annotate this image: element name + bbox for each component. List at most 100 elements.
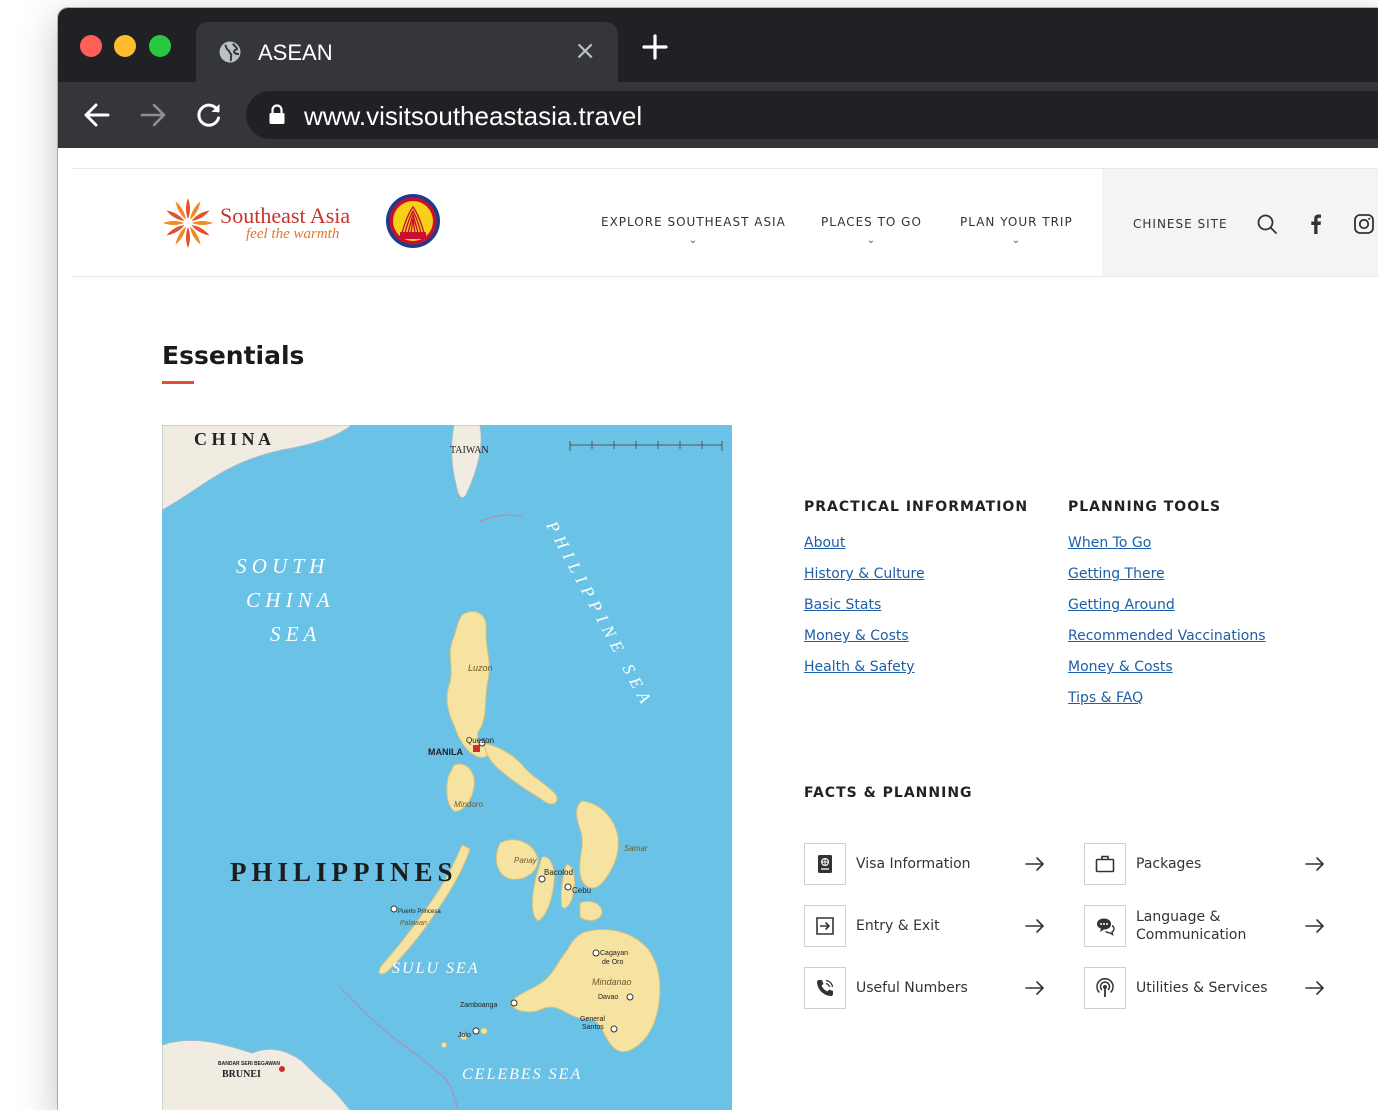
icon-box <box>1084 905 1126 947</box>
arrow-right-icon <box>1025 981 1044 995</box>
practical-information-heading: PRACTICAL INFORMATION <box>804 499 1029 515</box>
philippines-map: C H I N A TAIWAN S O U T H C H I N A S E… <box>162 425 732 1110</box>
link-tips-faq[interactable]: Tips & FAQ <box>1068 690 1143 706</box>
chevron-down-icon: ⌄ <box>1011 235 1022 246</box>
arrow-right-icon <box>1025 857 1044 871</box>
map-label-samar: Samar <box>624 844 648 853</box>
maximize-window-button[interactable] <box>149 35 171 57</box>
globe-icon <box>219 41 241 63</box>
forward-arrow-icon[interactable] <box>138 100 168 130</box>
icon-box <box>804 967 846 1009</box>
nav-places-to-go[interactable]: PLACES TO GO ⌄ <box>821 215 922 246</box>
chinese-site-link[interactable]: CHINESE SITE <box>1133 217 1228 231</box>
fact-label: Language & Communication <box>1136 909 1247 943</box>
map-label-celebes-sea: CELEBES SEA <box>462 1066 582 1083</box>
arrow-right-icon <box>1305 981 1324 995</box>
link-money-costs-planning[interactable]: Money & Costs <box>1068 659 1173 675</box>
map-label-cagayan: Cagayan <box>600 950 628 957</box>
fact-label: Visa Information <box>856 856 971 872</box>
new-tab-icon[interactable] <box>640 32 670 62</box>
link-getting-there[interactable]: Getting There <box>1068 566 1165 582</box>
map-label-south: S O U T H <box>236 554 326 578</box>
map-label-china: C H I N A <box>194 429 271 449</box>
close-tab-icon[interactable]: × <box>574 36 596 66</box>
fact-utilities-services[interactable]: Utilities & Services <box>1084 965 1324 1013</box>
planning-tools-links: When To Go Getting There Getting Around … <box>1068 532 1266 718</box>
map-label-china-sea: C H I N A <box>246 588 330 612</box>
map-label-jolo: Jolo <box>458 1032 471 1039</box>
asean-logo[interactable] <box>385 193 441 249</box>
map-label-zamboanga: Zamboanga <box>460 1002 497 1009</box>
map-label-mindoro: Mindoro <box>454 800 483 809</box>
list-item: Money & Costs <box>1068 656 1266 687</box>
facebook-icon[interactable] <box>1305 213 1327 235</box>
address-bar[interactable]: www.visitsoutheastasia.travel <box>246 91 1378 139</box>
icon-box <box>804 905 846 947</box>
link-getting-around[interactable]: Getting Around <box>1068 597 1175 613</box>
minimize-window-button[interactable] <box>114 35 136 57</box>
arrow-right-icon <box>1305 857 1324 871</box>
map-label-davao: Davao <box>598 994 618 1001</box>
link-basic-stats[interactable]: Basic Stats <box>804 597 881 613</box>
back-arrow-icon[interactable] <box>82 100 112 130</box>
icon-box <box>804 843 846 885</box>
link-when-to-go[interactable]: When To Go <box>1068 535 1151 551</box>
reload-icon[interactable] <box>194 100 224 130</box>
signal-icon <box>1096 978 1114 997</box>
icon-box <box>1084 843 1126 885</box>
arrow-right-icon <box>1305 919 1324 933</box>
southeast-asia-logo[interactable]: Southeast Asia feel the warmth <box>162 195 372 251</box>
browser-window: ASEAN × www.visitsoutheastasia.travel So… <box>58 8 1378 1110</box>
sun-logo-icon <box>163 198 213 248</box>
phone-icon <box>817 979 834 996</box>
list-item: Getting Around <box>1068 594 1266 625</box>
site-header: Southeast Asia feel the warmth EXPLORE S… <box>72 169 1378 277</box>
map-label-cagayan-2: de Oro <box>602 959 624 966</box>
map-label-manila: MANILA <box>428 747 463 757</box>
map-label-taiwan: TAIWAN <box>450 445 489 456</box>
fact-label: Entry & Exit <box>856 918 940 934</box>
fact-entry-exit[interactable]: Entry & Exit <box>804 903 1044 951</box>
map-label-brunei: BRUNEI <box>222 1069 261 1080</box>
search-icon[interactable] <box>1256 213 1278 235</box>
link-recommended-vaccinations[interactable]: Recommended Vaccinations <box>1068 628 1266 644</box>
list-item: Getting There <box>1068 563 1266 594</box>
list-item: When To Go <box>1068 532 1266 563</box>
map-label-quezon: Quezon <box>466 736 494 745</box>
fact-label: Packages <box>1136 856 1202 872</box>
lock-icon <box>269 104 285 124</box>
list-item: Health & Safety <box>804 656 925 687</box>
browser-tab[interactable]: ASEAN × <box>196 22 618 82</box>
map-label-general-santos: General <box>580 1016 605 1023</box>
list-item: Recommended Vaccinations <box>1068 625 1266 656</box>
fact-visa-information[interactable]: Visa Information <box>804 841 1044 889</box>
map-label-bacolod: Bacolod <box>544 868 573 877</box>
chat-icon <box>1097 918 1115 936</box>
nav-label: PLAN YOUR TRIP <box>960 215 1073 229</box>
close-window-button[interactable] <box>80 35 102 57</box>
nav-plan-your-trip[interactable]: PLAN YOUR TRIP ⌄ <box>960 215 1073 246</box>
icon-box <box>1084 967 1126 1009</box>
link-history-culture[interactable]: History & Culture <box>804 566 925 582</box>
link-money-costs[interactable]: Money & Costs <box>804 628 909 644</box>
list-item: Money & Costs <box>804 625 925 656</box>
map-label-puerto-princesa: Puerto Princesa <box>398 909 441 915</box>
tab-bar: ASEAN × <box>58 8 1378 82</box>
practical-information-links: About History & Culture Basic Stats Mone… <box>804 532 925 687</box>
link-about[interactable]: About <box>804 535 845 551</box>
chevron-down-icon: ⌄ <box>688 235 699 246</box>
map-label-general-santos-2: Santos <box>582 1024 604 1031</box>
passport-icon <box>818 855 832 873</box>
map-label-philippines: PHILIPPINES <box>230 857 458 887</box>
list-item: Basic Stats <box>804 594 925 625</box>
instagram-icon[interactable] <box>1353 213 1375 235</box>
nav-explore-southeast-asia[interactable]: EXPLORE SOUTHEAST ASIA ⌄ <box>601 215 786 246</box>
fact-label: Utilities & Services <box>1136 980 1268 996</box>
link-health-safety[interactable]: Health & Safety <box>804 659 915 675</box>
map-label-philippine-sea: PHILIPPINE SEA <box>542 517 657 711</box>
fact-useful-numbers[interactable]: Useful Numbers <box>804 965 1044 1013</box>
fact-language-communication[interactable]: Language & Communication <box>1084 903 1324 951</box>
web-page: Southeast Asia feel the warmth EXPLORE S… <box>58 148 1378 1110</box>
map-graphic: C H I N A TAIWAN S O U T H C H I N A S E… <box>162 425 723 1110</box>
fact-packages[interactable]: Packages <box>1084 841 1324 889</box>
